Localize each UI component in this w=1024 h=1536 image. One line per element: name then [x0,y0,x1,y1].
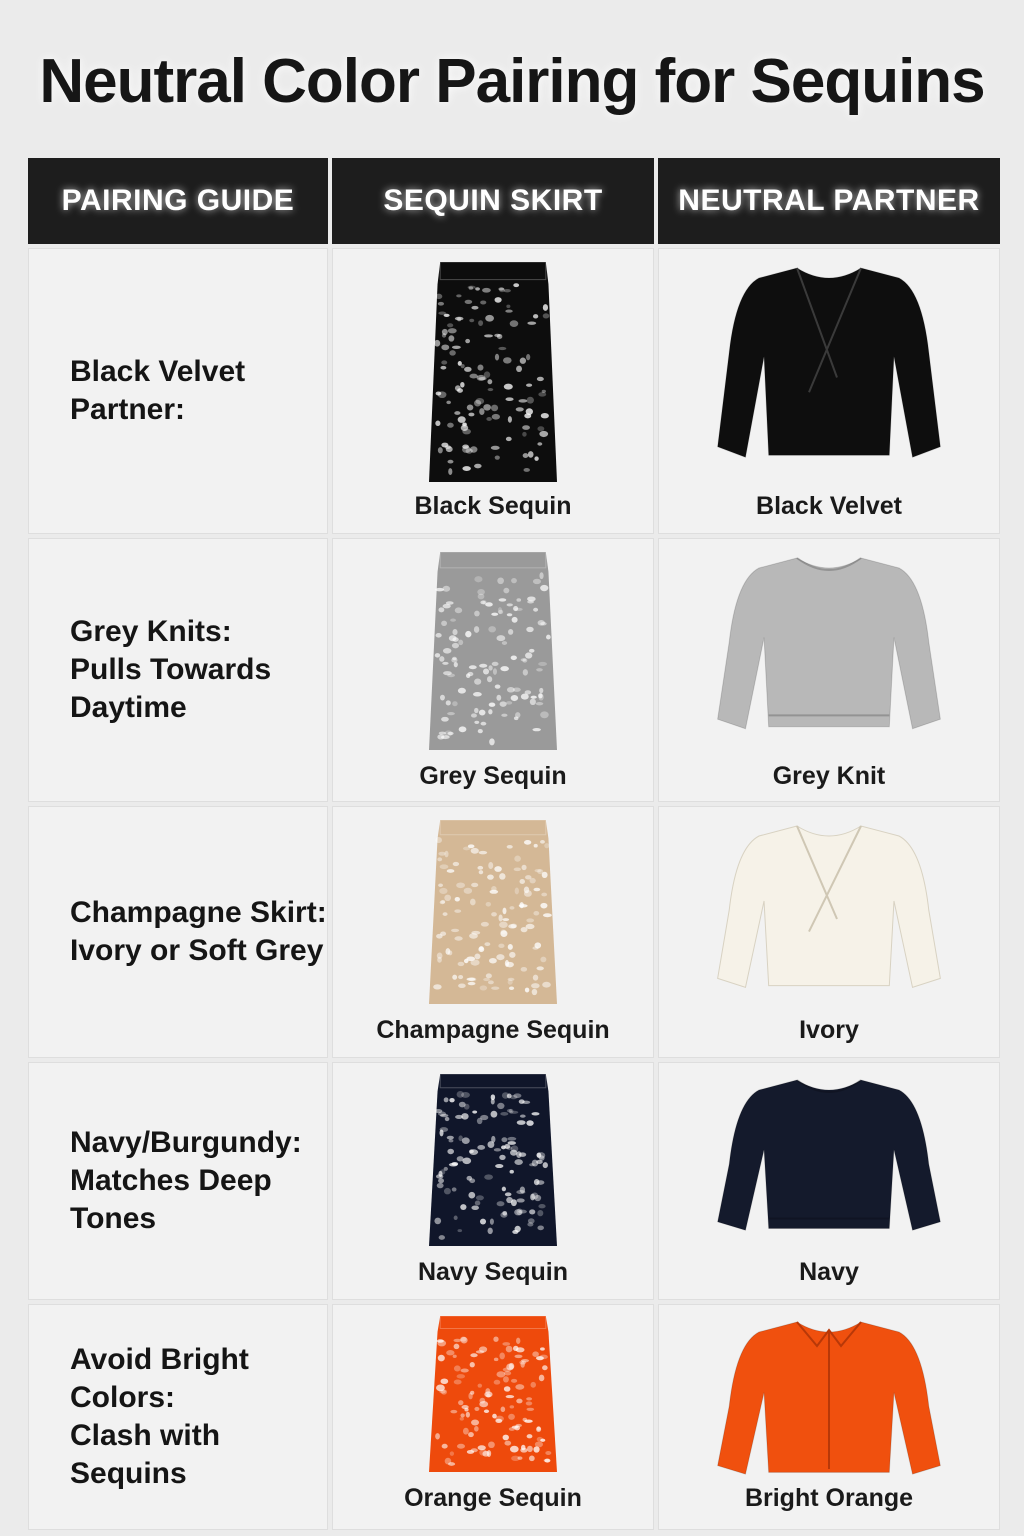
grey-knit-sweater-icon [717,557,941,730]
pairing-table: PAIRING GUIDE SEQUIN SKIRT NEUTRAL PARTN… [28,158,1000,1530]
skirt-label: Navy Sequin [417,1258,569,1286]
page-title: Neutral Color Pairing for Sequins [39,47,985,116]
partner-cell: Bright Orange [658,1304,1000,1530]
header-pairing-guide: PAIRING GUIDE [28,158,328,244]
velvet-wrap-top-icon [717,267,941,458]
guide-text: Champagne Skirt: Ivory or Soft Grey [70,896,327,967]
orange-shirt-icon [717,1321,941,1475]
partner-label: Black Velvet [756,492,902,520]
sequin-skirt-icon [429,820,557,1004]
skirt-cell: Navy Sequin [332,1062,654,1300]
navy-sweater-icon [717,1079,941,1231]
guide-text: Grey Knits: Pulls Towards Daytime [70,615,272,724]
partner-label: Navy [799,1258,859,1286]
sequin-skirt-icon [429,552,557,750]
partner-cell: Grey Knit [658,538,1000,802]
guide-cell: Grey Knits: Pulls Towards Daytime [28,538,328,802]
guide-text: Black Velvet Partner: [70,355,246,426]
header-sequin-skirt: SEQUIN SKIRT [332,158,654,244]
partner-label: Ivory [799,1016,859,1044]
sequin-skirt-icon [429,1074,557,1246]
skirt-label: Orange Sequin [404,1484,582,1512]
skirt-label: Grey Sequin [419,762,567,790]
skirt-label: Champagne Sequin [376,1016,610,1044]
skirt-label: Black Sequin [414,492,572,520]
sequin-skirt-icon [429,262,557,482]
header-neutral-partner: NEUTRAL PARTNER [658,158,1000,244]
partner-cell: Ivory [658,806,1000,1058]
guide-text: Avoid Bright Colors: Clash with Sequins [70,1343,249,1490]
partner-label: Bright Orange [744,1484,914,1512]
partner-label: Grey Knit [772,762,886,790]
sequin-skirt-icon [429,1316,557,1472]
ivory-wrap-blouse-icon [717,825,941,989]
skirt-cell: Black Sequin [332,248,654,534]
guide-cell: Champagne Skirt: Ivory or Soft Grey [28,806,328,1058]
skirt-cell: Champagne Sequin [332,806,654,1058]
guide-text: Navy/Burgundy: Matches Deep Tones [70,1126,302,1235]
guide-cell: Black Velvet Partner: [28,248,328,534]
skirt-cell: Grey Sequin [332,538,654,802]
skirt-cell: Orange Sequin [332,1304,654,1530]
partner-cell: Black Velvet [658,248,1000,534]
guide-cell: Navy/Burgundy: Matches Deep Tones [28,1062,328,1300]
guide-cell: Avoid Bright Colors: Clash with Sequins [28,1304,328,1530]
partner-cell: Navy [658,1062,1000,1300]
